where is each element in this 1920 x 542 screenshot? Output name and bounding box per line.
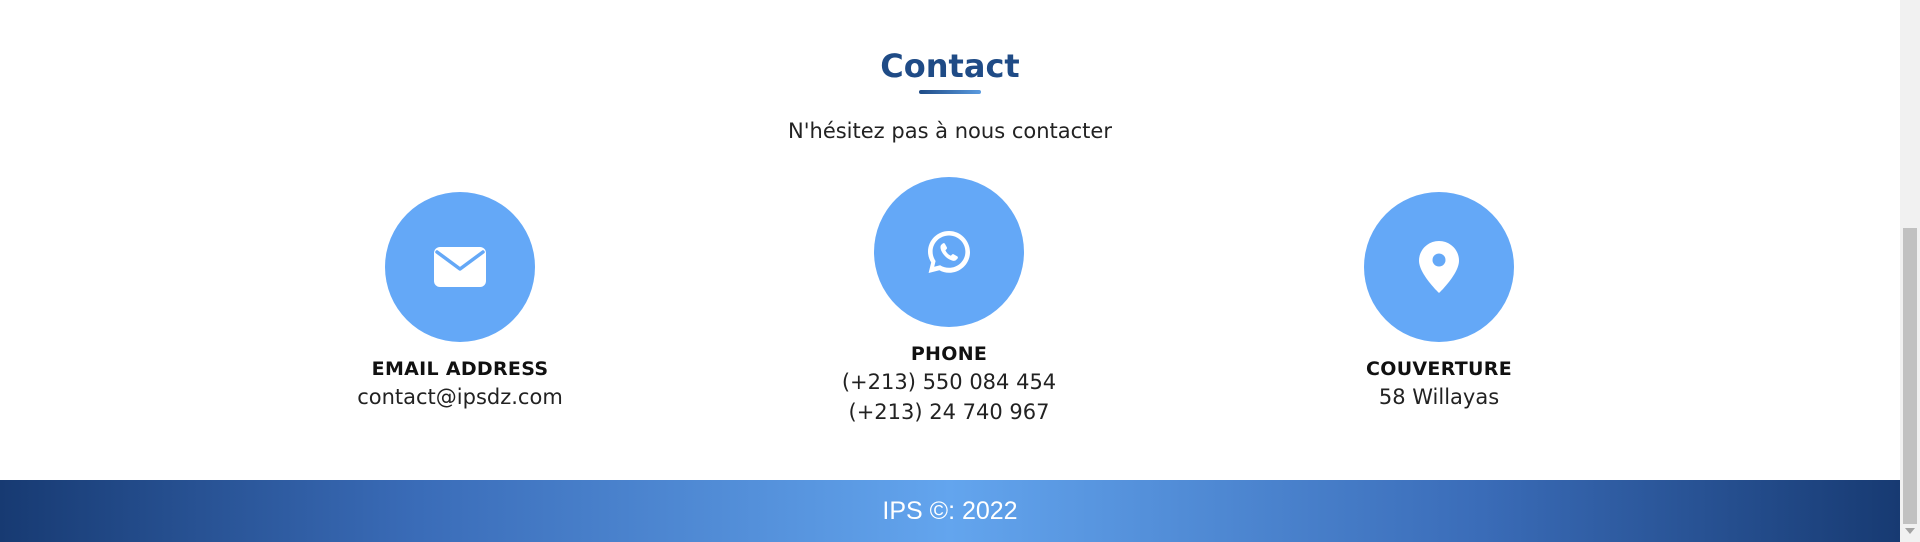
phone-card: PHONE (+213) 550 084 454 (+213) 24 740 9… bbox=[769, 177, 1129, 427]
email-title: EMAIL ADDRESS bbox=[371, 358, 549, 380]
email-card: EMAIL ADDRESS contact@ipsdz.com bbox=[280, 192, 640, 412]
footer: IPS ©: 2022 bbox=[0, 480, 1900, 542]
scroll-down-arrow-icon[interactable] bbox=[1905, 528, 1915, 534]
coverage-card: COUVERTURE 58 Willayas bbox=[1259, 192, 1619, 412]
scrollbar-thumb[interactable] bbox=[1903, 228, 1917, 524]
section-subtitle: N'hésitez pas à nous contacter bbox=[788, 119, 1112, 143]
email-icon-circle bbox=[385, 192, 535, 342]
vertical-scrollbar[interactable] bbox=[1900, 0, 1920, 542]
contact-section: Contact N'hésitez pas à nous contacter E… bbox=[0, 0, 1900, 480]
map-pin-icon bbox=[1419, 241, 1459, 293]
coverage-icon-circle bbox=[1364, 192, 1514, 342]
section-title: Contact bbox=[880, 47, 1020, 85]
phone-number-1[interactable]: (+213) 550 084 454 bbox=[769, 367, 1129, 397]
page: Contact N'hésitez pas à nous contacter E… bbox=[0, 0, 1920, 542]
phone-number-2[interactable]: (+213) 24 740 967 bbox=[769, 397, 1129, 427]
phone-title: PHONE bbox=[910, 343, 988, 365]
email-value[interactable]: contact@ipsdz.com bbox=[280, 382, 640, 412]
footer-copyright: IPS ©: 2022 bbox=[882, 496, 1018, 525]
envelope-icon bbox=[434, 247, 486, 287]
coverage-value: 58 Willayas bbox=[1378, 385, 1500, 409]
phone-icon-circle bbox=[874, 177, 1024, 327]
title-underline bbox=[919, 90, 981, 94]
whatsapp-icon bbox=[928, 231, 970, 273]
coverage-title: COUVERTURE bbox=[1366, 358, 1512, 380]
